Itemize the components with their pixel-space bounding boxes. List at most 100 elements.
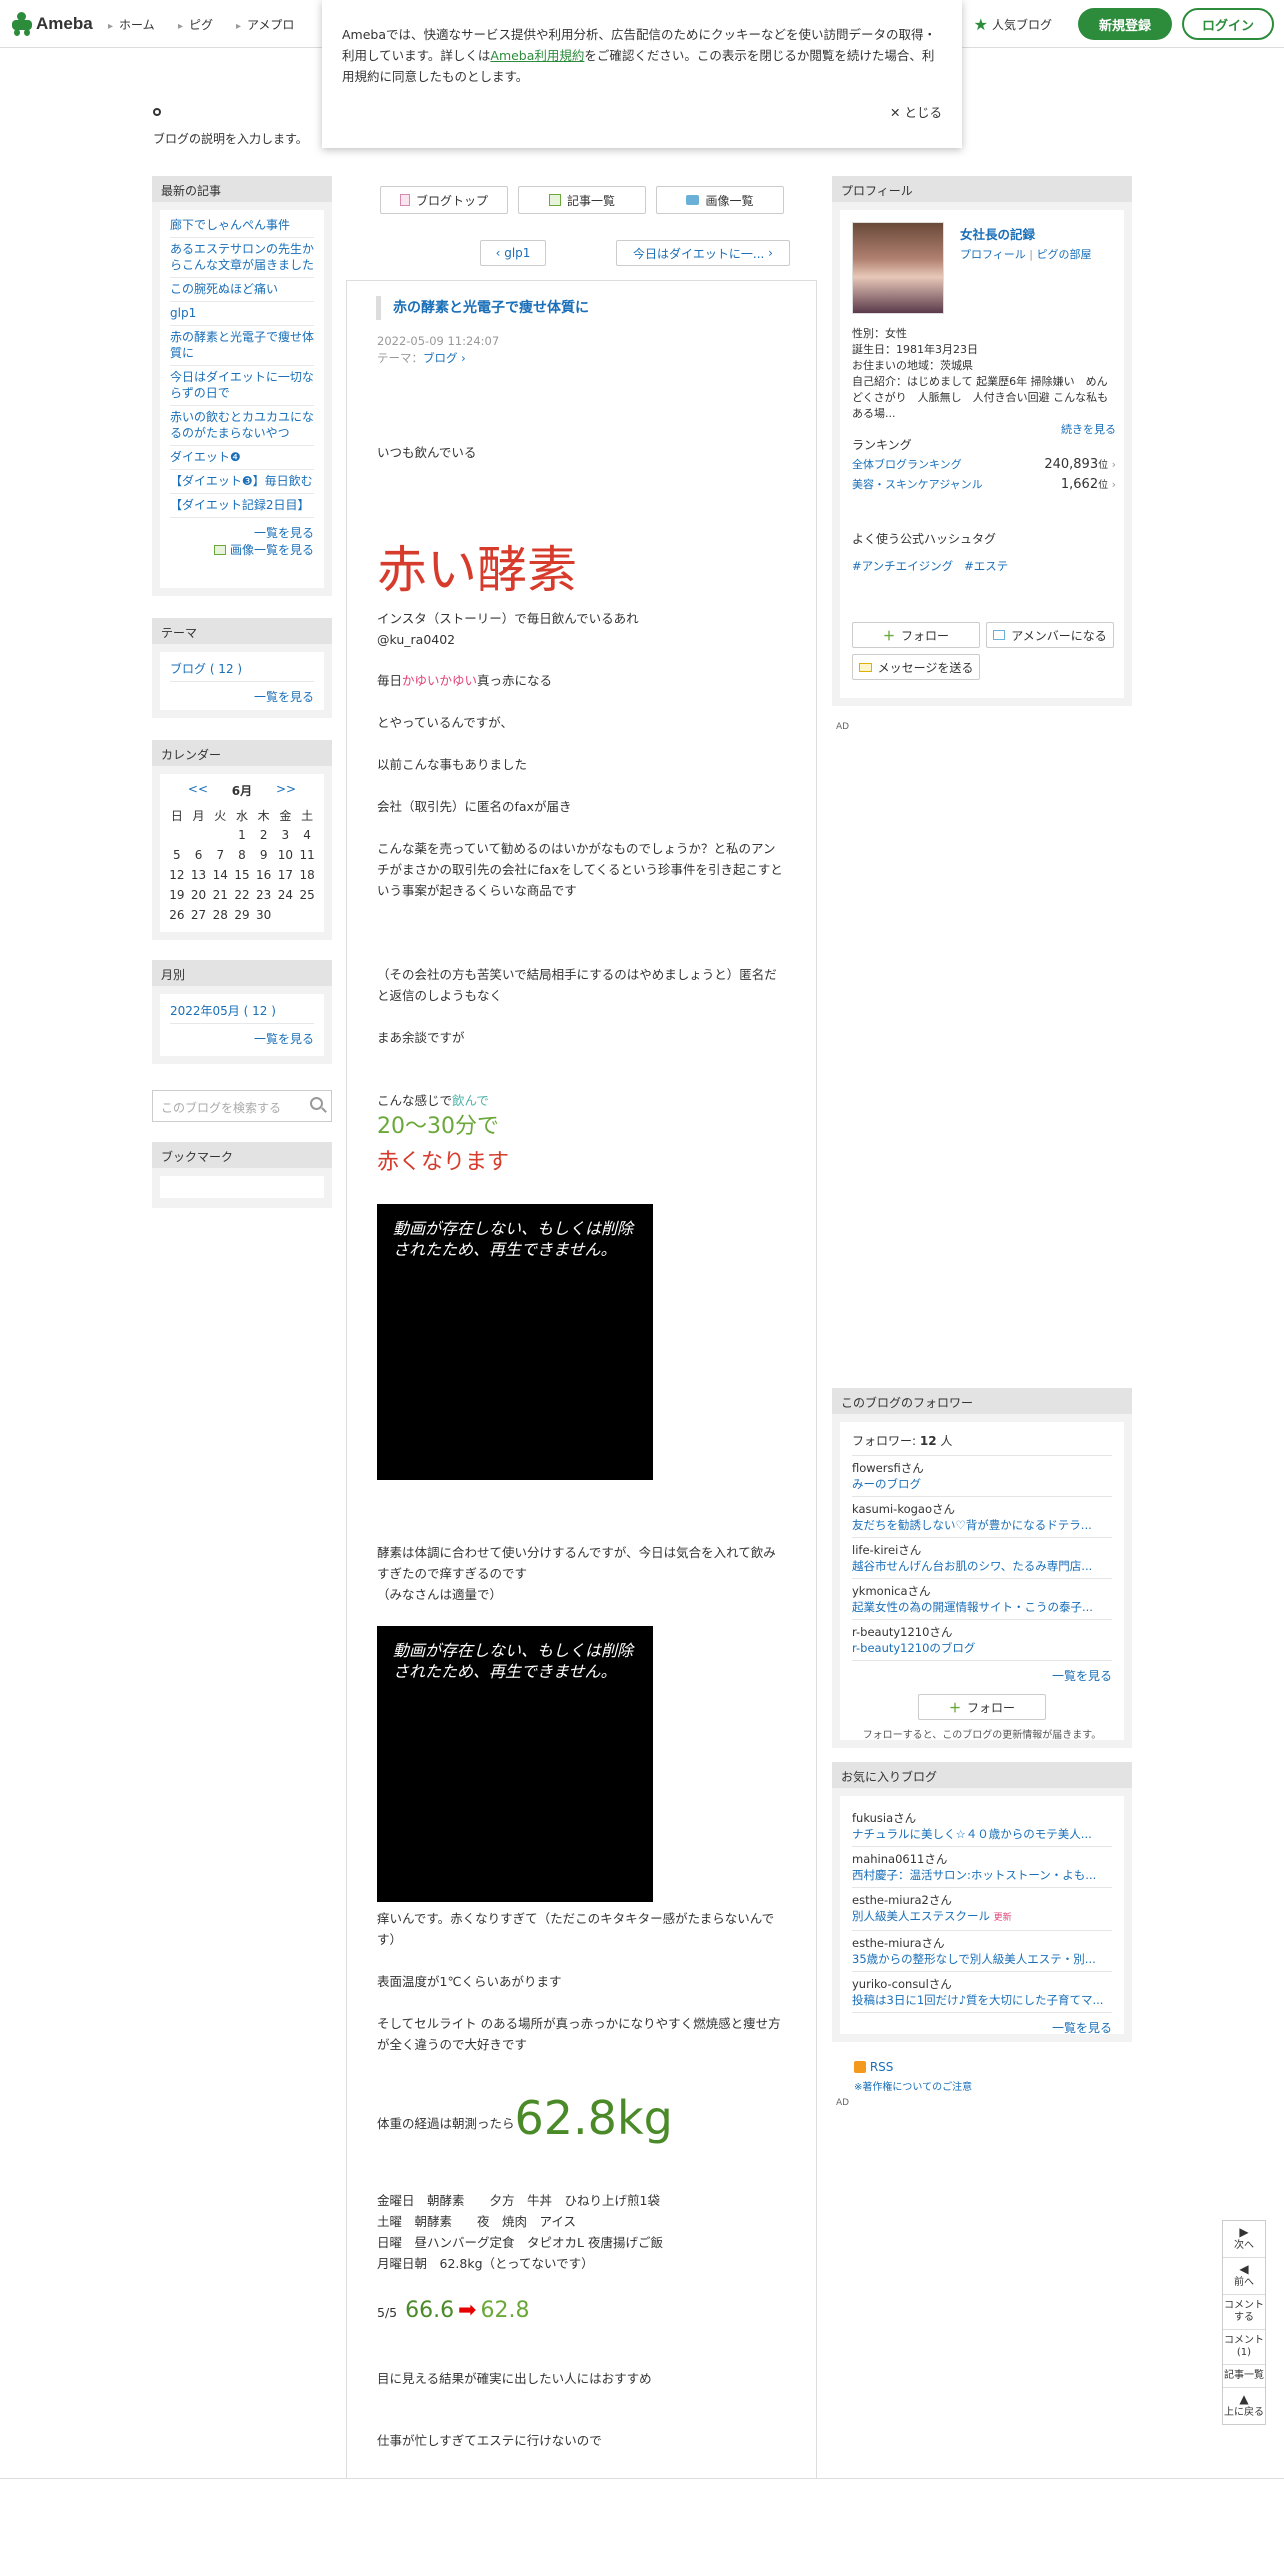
profile-name[interactable]: 女社長の記録 xyxy=(960,224,1035,243)
ad-label: AD xyxy=(836,722,850,732)
body-text: まあ余談ですが xyxy=(377,1030,465,1045)
monthly-more-link[interactable]: 一覧を見る xyxy=(170,1024,314,1047)
message-button[interactable]: メッセージを送る xyxy=(852,654,980,680)
ranking-row[interactable]: 美容・スキンケアジャンル 1,662位 › xyxy=(852,476,1116,492)
profile-link[interactable]: プロフィール xyxy=(960,248,1026,261)
article-date: 2022-05-09 11:24:07 xyxy=(377,334,500,348)
article-title[interactable]: 赤の酵素と光電子で痩せ体質に xyxy=(376,296,589,320)
prev-post-button[interactable]: ‹ glp1 xyxy=(480,240,546,266)
login-button[interactable]: ログイン xyxy=(1182,8,1274,40)
register-button[interactable]: 新規登録 xyxy=(1078,8,1172,40)
nav-amepro[interactable]: アメプロ xyxy=(236,16,294,33)
favorite-more-link[interactable]: 一覧を見る xyxy=(852,2013,1112,2036)
next-post-button[interactable]: 今日はダイエットに一... › xyxy=(616,240,790,266)
image-list-button[interactable]: 画像一覧 xyxy=(656,186,784,214)
follower-item[interactable]: flowersfiさん みーのブログ xyxy=(852,1456,1112,1497)
calendar-weekday: 土 xyxy=(301,808,314,823)
theme-blog-link[interactable]: ブログ ( 12 ) xyxy=(170,656,314,682)
recent-post-link[interactable]: あるエステサロンの先生からこんな文章が届きました xyxy=(170,238,314,278)
favorite-blog-link[interactable]: 西村慶子：温活サロン:ホットストーン・よも... xyxy=(852,1867,1112,1883)
favorite-blog-item[interactable]: yuriko-consulさん 投稿は3日に1回だけ♪質を大切にした子育てマ... xyxy=(852,1972,1112,2013)
calendar-day: 23 xyxy=(256,888,272,902)
theme-link[interactable]: ブログ xyxy=(423,351,458,365)
terms-link[interactable]: Ameba利用規約 xyxy=(490,48,584,63)
recent-post-link[interactable]: 赤いの飲むとカユカユになるのがたまらないやつ xyxy=(170,406,314,446)
calendar-weekday: 火 xyxy=(214,808,227,823)
recent-post-link[interactable]: glp1 xyxy=(170,302,314,326)
followers-more-link[interactable]: 一覧を見る xyxy=(852,1661,1112,1684)
calendar-day: 20 xyxy=(190,888,207,902)
cookie-close-button[interactable]: ✕ とじる xyxy=(890,102,942,123)
calendar-day: 12 xyxy=(169,868,185,882)
favorite-blog-item[interactable]: fukusiaさん ナチュラルに美しく☆４０歳からのモテ美人... xyxy=(852,1806,1112,1847)
video-player-unavailable[interactable]: 動画が存在しない、もしくは削除されたため、再生できません。 xyxy=(377,1204,653,1480)
favorite-blog-link[interactable]: ナチュラルに美しく☆４０歳からのモテ美人... xyxy=(852,1826,1112,1842)
amember-button[interactable]: アメンバーになる xyxy=(986,622,1114,648)
video-player-unavailable[interactable]: 動画が存在しない、もしくは削除されたため、再生できません。 xyxy=(377,1626,653,1902)
hashtag-link[interactable]: #アンチエイジング xyxy=(852,559,953,573)
nav-home[interactable]: ホーム xyxy=(108,16,155,33)
follower-blog[interactable]: 起業女性の為の開運情報サイト・こうの泰子... xyxy=(852,1599,1112,1615)
rss-link[interactable]: RSS xyxy=(854,2060,893,2074)
post-list-button[interactable]: 記事一覧 xyxy=(518,186,646,214)
favorite-blog-item[interactable]: esthe-miura2さん 別人級美人エステスクール 更新 xyxy=(852,1888,1112,1931)
follower-blog[interactable]: 越谷市せんげん台お肌のシワ、たるみ専門店... xyxy=(852,1558,1112,1574)
hashtag-link[interactable]: #エステ xyxy=(964,559,1008,573)
comment-count-button[interactable]: コメント(1) xyxy=(1223,2330,1265,2365)
follower-item[interactable]: kasumi-kogaoさん 友だちを勧誘しない♡背が豊かになるドテラ... xyxy=(852,1497,1112,1538)
follow-button[interactable]: ＋ フォロー xyxy=(852,622,980,648)
favorite-blog-item[interactable]: esthe-miuraさん 35歳からの整形なしで別人級美人エステ・別... xyxy=(852,1931,1112,1972)
follower-blog[interactable]: 友だちを勧誘しない♡背が豊かになるドテラ... xyxy=(852,1517,1112,1533)
blog-top-button[interactable]: ブログトップ xyxy=(380,186,508,214)
ameba-logo[interactable]: Ameba xyxy=(12,11,93,37)
prev-post-float-button[interactable]: ◀ 前へ xyxy=(1223,2258,1265,2295)
follow-button-secondary[interactable]: ＋ フォロー xyxy=(918,1694,1046,1720)
calendar-day: 19 xyxy=(169,888,185,902)
hashtag-list: #アンチエイジング #エステ xyxy=(852,558,1008,574)
post-list-float-button[interactable]: 記事一覧 xyxy=(1223,2365,1265,2388)
search-icon[interactable] xyxy=(310,1097,323,1110)
popular-blog-link[interactable]: ★ 人気ブログ xyxy=(974,15,1052,34)
monthly-link[interactable]: 2022年05月 ( 12 ) xyxy=(170,998,314,1024)
calendar-prev-link[interactable]: << xyxy=(188,782,208,799)
favorite-blog-link[interactable]: 別人級美人エステスクール xyxy=(852,1909,990,1923)
blog-search-input[interactable]: このブログを検索する xyxy=(152,1090,332,1122)
follower-blog[interactable]: r-beauty1210のブログ xyxy=(852,1640,1112,1656)
calendar-day: 14 xyxy=(212,868,228,882)
chevron-right-icon: › xyxy=(1111,458,1116,471)
profile-avatar[interactable] xyxy=(852,222,944,314)
cookie-close-label: とじる xyxy=(904,105,942,120)
recent-more-link[interactable]: 一覧を見る xyxy=(170,518,314,541)
recent-post-link[interactable]: 今日はダイエットに一切ならずの日で xyxy=(170,366,314,406)
favorite-blog-link[interactable]: 投稿は3日に1回だけ♪質を大切にした子育てマ... xyxy=(852,1992,1112,2008)
chevron-left-icon: ‹ xyxy=(495,246,501,260)
ranking-row[interactable]: 全体ブログランキング 240,893位 › xyxy=(852,456,1116,472)
copyright-notice-link[interactable]: ※著作権についてのご注意 xyxy=(854,2078,972,2093)
comment-write-button[interactable]: コメントする xyxy=(1223,2295,1265,2330)
follower-blog[interactable]: みーのブログ xyxy=(852,1476,1112,1492)
follower-item[interactable]: ykmonicaさん 起業女性の為の開運情報サイト・こうの泰子... xyxy=(852,1579,1112,1620)
recent-post-link[interactable]: 【ダイエット❸】毎日飲む xyxy=(170,470,314,494)
follower-item[interactable]: r-beauty1210さん r-beauty1210のブログ xyxy=(852,1620,1112,1661)
recent-post-link[interactable]: ダイエット❹ xyxy=(170,446,314,470)
recent-posts-panel: 最新の記事 廊下でしゃんぺん事件 あるエステサロンの先生からこんな文章が届きまし… xyxy=(152,176,332,596)
calendar-next-link[interactable]: >> xyxy=(276,782,296,799)
ad-label: AD xyxy=(836,2098,850,2108)
favorite-blog-link[interactable]: 35歳からの整形なしで別人級美人エステ・別... xyxy=(852,1951,1112,1967)
recent-post-link[interactable]: この腕死ぬほど痛い xyxy=(170,278,314,302)
favorite-blog-owner: mahina0611さん xyxy=(852,1852,948,1866)
theme-more-link[interactable]: 一覧を見る xyxy=(170,682,314,705)
calendar-day: 5 xyxy=(173,848,181,862)
nav-pigg[interactable]: ピグ xyxy=(178,16,213,33)
next-post-float-button[interactable]: ▶ 次へ xyxy=(1223,2221,1265,2258)
pigg-room-link[interactable]: ピグの部屋 xyxy=(1036,248,1091,261)
recent-post-link[interactable]: 赤の酵素と光電子で痩せ体質に xyxy=(170,326,314,366)
recent-post-link[interactable]: 【ダイエット記録2日目】 xyxy=(170,494,314,518)
follower-item[interactable]: life-kireiさん 越谷市せんげん台お肌のシワ、たるみ専門店... xyxy=(852,1538,1112,1579)
profile-title: プロフィール xyxy=(832,176,1132,202)
back-to-top-button[interactable]: ▲ 上に戻る xyxy=(1223,2388,1265,2424)
favorite-blog-item[interactable]: mahina0611さん 西村慶子：温活サロン:ホットストーン・よも... xyxy=(852,1847,1112,1888)
recent-images-link[interactable]: 画像一覧を見る xyxy=(170,541,314,558)
recent-post-link[interactable]: 廊下でしゃんぺん事件 xyxy=(170,214,314,238)
follower-name: ykmonicaさん xyxy=(852,1584,931,1598)
